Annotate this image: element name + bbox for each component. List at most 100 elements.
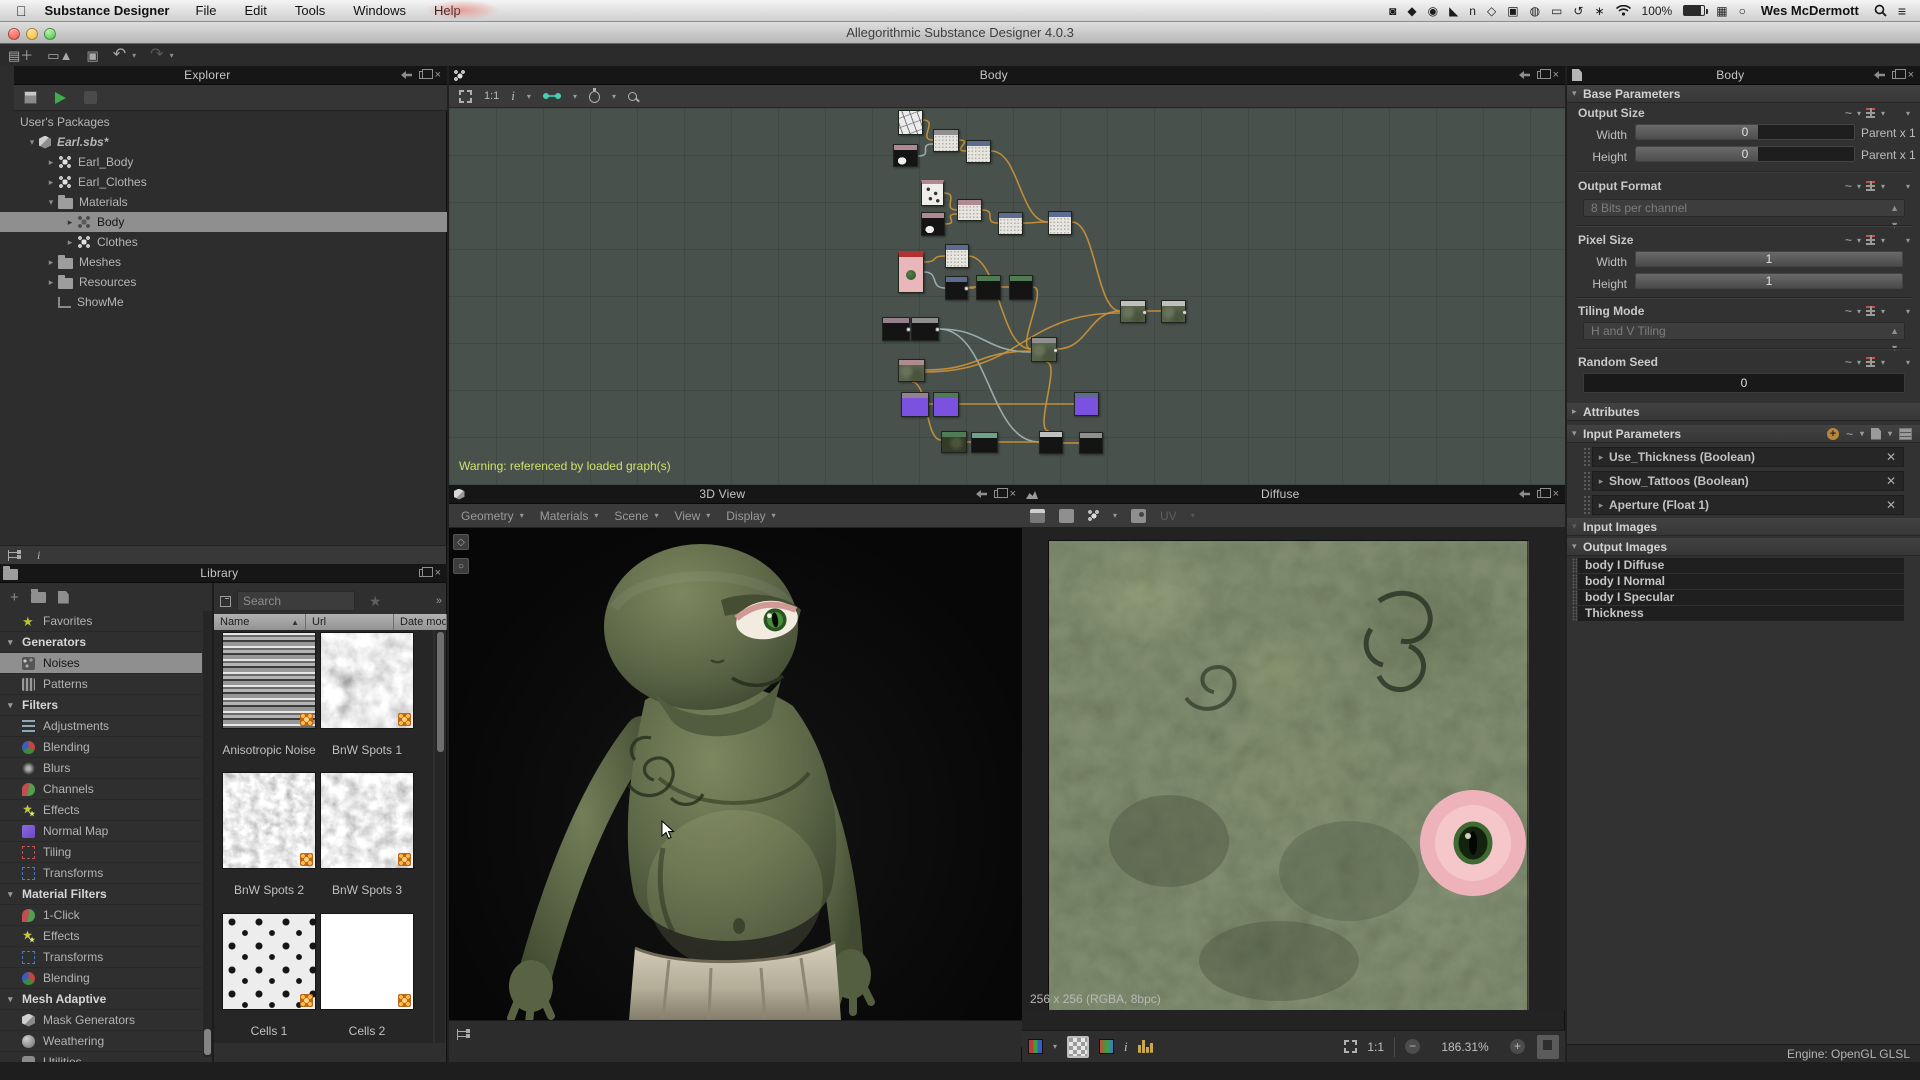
graph-node[interactable] <box>898 359 925 382</box>
library-item-mask-generators[interactable]: Mask Generators <box>0 1010 202 1031</box>
window-manager-icon[interactable]: ▣ <box>1507 5 1518 17</box>
graph-node[interactable] <box>945 244 969 268</box>
search-nodes-icon[interactable] <box>628 92 637 101</box>
close-panel-icon[interactable]: × <box>1553 70 1559 81</box>
histogram-icon[interactable] <box>1138 1040 1154 1053</box>
output-image-body-i-specular[interactable]: body I Specular <box>1578 590 1904 605</box>
output-image-body-i-diffuse[interactable]: body I Diffuse <box>1578 558 1904 573</box>
expander-icon[interactable]: ▸ <box>44 257 58 268</box>
3d-viewport[interactable]: ◇ ○ <box>449 528 1022 1020</box>
zoom-window-button[interactable] <box>44 28 56 40</box>
float-panel-icon[interactable] <box>1892 71 1901 79</box>
graph-node[interactable] <box>911 317 939 341</box>
expander-icon[interactable]: ▸ <box>44 157 58 168</box>
library-item-tiling[interactable]: Tiling <box>0 842 202 863</box>
sync-check-icon[interactable]: ◍ <box>1530 5 1540 17</box>
tree-item-body[interactable]: ▸Body <box>0 212 447 232</box>
fit-view-icon[interactable] <box>459 90 472 103</box>
image-mode-icon[interactable] <box>1030 509 1045 523</box>
uv-toggle[interactable]: UV <box>1160 509 1177 523</box>
pixel-width-slider[interactable]: 1 <box>1635 251 1903 267</box>
lock-zoom-button[interactable] <box>1537 1035 1559 1059</box>
pin-panel-icon[interactable] <box>1519 71 1530 79</box>
graph-node[interactable] <box>976 275 1001 300</box>
library-header[interactable]: Library × <box>0 564 447 583</box>
section-base-parameters[interactable]: ▾Base Parameters <box>1567 85 1920 103</box>
tree-item-resources[interactable]: ▸Resources <box>0 272 447 292</box>
graph-node[interactable] <box>882 317 910 341</box>
library-list-scrollbar[interactable] <box>203 611 212 1057</box>
float-panel-icon[interactable] <box>419 569 428 577</box>
video-camera-icon[interactable]: ◙ <box>1389 5 1396 17</box>
library-item-material-filters[interactable]: ▾Material Filters <box>0 884 202 905</box>
output-format-param-icons[interactable]: ~▾▾▾ <box>1845 179 1910 193</box>
delete-parameter-icon[interactable]: ✕ <box>1886 498 1896 512</box>
output-size-param-icons[interactable]: ~▾▾▾ <box>1845 106 1910 120</box>
graph-node[interactable] <box>945 276 968 300</box>
pixel-size-param-icons[interactable]: ~▾▾▾ <box>1845 233 1910 247</box>
library-item-favorites[interactable]: ★Favorites <box>0 611 202 632</box>
fast-user-switching-name[interactable]: Wes McDermott <box>1761 3 1859 18</box>
tree-item-meshes[interactable]: ▸Meshes <box>0 252 447 272</box>
expander-icon[interactable]: ▾ <box>44 197 58 208</box>
accessibility-icon[interactable]: ∗ <box>1594 5 1604 17</box>
library-item-normal-map[interactable]: Normal Map <box>0 821 202 842</box>
library-item-transforms[interactable]: Transforms <box>0 863 202 884</box>
dropdown-caret[interactable]: ▾ <box>573 92 577 101</box>
pin-panel-icon[interactable] <box>401 71 412 79</box>
library-item-1-click[interactable]: 1-Click <box>0 905 202 926</box>
section-input-images[interactable]: ▾Input Images <box>1567 518 1920 536</box>
expander-icon[interactable]: ▸ <box>1593 500 1609 511</box>
input-parameter-show-tattoos-boolean[interactable]: ▸Show_Tattoos (Boolean)✕ <box>1592 471 1904 491</box>
delete-parameter-icon[interactable]: ✕ <box>1886 474 1896 488</box>
menu-file[interactable]: File <box>196 3 217 18</box>
library-item-weathering[interactable]: Weathering <box>0 1031 202 1052</box>
library-item-blending[interactable]: Blending <box>0 737 202 758</box>
explorer-header[interactable]: Explorer × <box>14 66 447 85</box>
graph-header[interactable]: Body × <box>449 66 1565 85</box>
undo-menu-caret[interactable]: ▾ <box>132 51 136 60</box>
column-url[interactable]: Url <box>306 614 394 630</box>
expander-icon[interactable]: ▸ <box>63 237 77 248</box>
close-window-button[interactable] <box>8 28 20 40</box>
add-folder-icon[interactable] <box>31 592 46 603</box>
actual-size-button[interactable]: 1:1 <box>484 90 499 102</box>
2d-view-header[interactable]: Diffuse × <box>1022 485 1565 504</box>
graph-node[interactable] <box>933 129 959 152</box>
pin-panel-icon[interactable] <box>1874 71 1885 79</box>
float-panel-icon[interactable] <box>994 490 1003 498</box>
thumbnail-cells-1[interactable]: Cells 1 <box>222 913 316 1043</box>
scene-tree-icon[interactable] <box>457 1029 470 1040</box>
search-input[interactable] <box>237 591 355 611</box>
airplay-icon[interactable]: ▭ <box>1551 5 1562 17</box>
library-item-filters[interactable]: ▾Filters <box>0 695 202 716</box>
save-icon[interactable]: ▣ <box>86 49 98 62</box>
node-link-icon[interactable] <box>1088 510 1099 521</box>
float-panel-icon[interactable] <box>1537 71 1546 79</box>
section-output-images[interactable]: ▾Output Images <box>1567 538 1920 556</box>
wifi-icon[interactable] <box>1616 5 1631 16</box>
close-panel-icon[interactable]: × <box>1908 70 1914 81</box>
actual-size-button[interactable]: 1:1 <box>1367 1040 1384 1054</box>
close-panel-icon[interactable]: × <box>1553 489 1559 500</box>
link-nodes-icon[interactable] <box>543 93 561 99</box>
3d-menu-scene[interactable]: Scene▾ <box>614 509 658 523</box>
publish-play-icon[interactable] <box>55 92 66 104</box>
fit-view-icon[interactable] <box>1344 1040 1357 1053</box>
alpha-checker-button[interactable] <box>1067 1036 1089 1058</box>
3d-menu-view[interactable]: View▾ <box>674 509 710 523</box>
close-panel-icon[interactable]: × <box>435 568 441 579</box>
creative-cloud-icon[interactable]: ◉ <box>1428 5 1438 17</box>
dropdown-caret[interactable]: ▾ <box>527 92 531 101</box>
gradient-background-icon[interactable] <box>1099 1039 1114 1054</box>
expander-icon[interactable]: ▸ <box>44 277 58 288</box>
info-icon[interactable]: i <box>511 88 515 104</box>
column-name[interactable]: Name▲ <box>214 614 306 630</box>
graph-node[interactable] <box>966 140 991 163</box>
drag-handle[interactable] <box>1583 471 1591 491</box>
graph-node[interactable] <box>898 110 923 135</box>
library-item-patterns[interactable]: Patterns <box>0 674 202 695</box>
channels-icon[interactable] <box>1028 1039 1043 1054</box>
favorite-star-icon[interactable]: ★ <box>369 593 382 610</box>
3d-menu-materials[interactable]: Materials▾ <box>540 509 599 523</box>
